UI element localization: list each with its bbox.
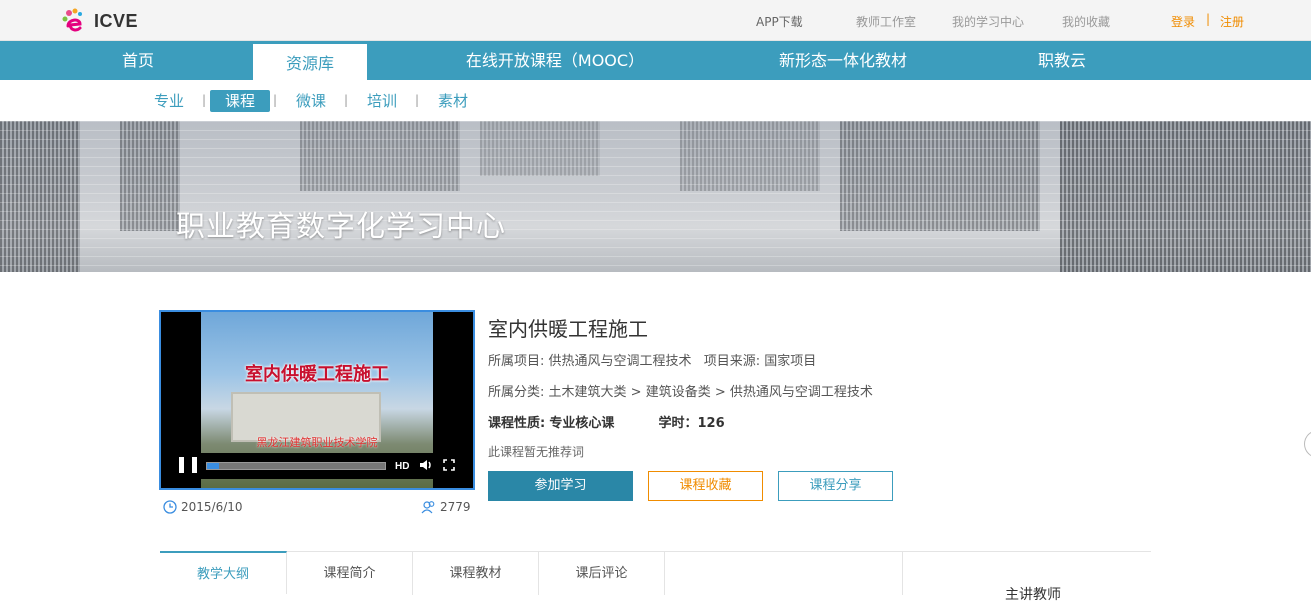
subnav-course[interactable]: 课程 (210, 90, 270, 112)
view-count-text: 2779 (440, 500, 471, 514)
view-count: 2779 (421, 500, 471, 514)
subnav-training[interactable]: 培训 (363, 90, 401, 112)
subnav-separator: | (202, 93, 207, 107)
subnav-material[interactable]: 素材 (434, 90, 472, 112)
pause-icon[interactable] (179, 457, 197, 475)
teacher-studio-link[interactable]: 教师工作室 (856, 13, 916, 30)
subnav-separator: | (273, 93, 278, 107)
hero-banner: 职业教育数字化学习中心 (0, 121, 1311, 272)
video-title-overlay: 室内供暖工程施工 (245, 364, 389, 385)
course-category-line: 所属分类: 土木建筑大类 > 建筑设备类 > 供热通风与空调工程技术 (488, 381, 873, 400)
video-progress-bar[interactable] (206, 462, 386, 470)
fullscreen-icon[interactable] (443, 458, 456, 474)
join-course-button[interactable]: 参加学习 (488, 471, 633, 501)
favorites-link[interactable]: 我的收藏 (1062, 13, 1110, 30)
users-icon (421, 501, 435, 514)
rack-shelves (0, 121, 1311, 272)
learning-center-link[interactable]: 我的学习中心 (952, 13, 1024, 30)
nav-textbook[interactable]: 新形态一体化教材 (760, 41, 926, 80)
site-logo[interactable]: ICVE (60, 6, 138, 36)
register-link[interactable]: 注册 (1220, 13, 1244, 30)
nature-value: 专业核心课 (549, 416, 615, 431)
clock-icon (163, 500, 177, 514)
tab-comments[interactable]: 课后评论 (539, 552, 665, 595)
subnav-major[interactable]: 专业 (150, 90, 188, 112)
app-download-link[interactable]: APP下载 (756, 13, 803, 30)
collect-course-button[interactable]: 课程收藏 (648, 471, 763, 501)
hd-toggle[interactable]: HD (395, 461, 409, 472)
nav-cloud[interactable]: 职教云 (1012, 41, 1112, 80)
video-subtitle-overlay: 黑龙江建筑职业技术学院 (256, 436, 378, 449)
course-recommendation: 此课程暂无推荐词 (488, 445, 585, 459)
tabs-divider (902, 552, 903, 595)
subnav-separator: | (415, 93, 420, 107)
hours-value: 126 (697, 416, 725, 431)
main-nav: 首页 资源库 在线开放课程（MOOC） 新形态一体化教材 职教云 (0, 41, 1311, 82)
publish-date: 2015/6/10 (163, 500, 243, 514)
tab-textbook[interactable]: 课程教材 (413, 552, 539, 595)
source-value: 国家项目 (764, 354, 817, 369)
video-progress-fill (207, 463, 220, 469)
subnav-micro[interactable]: 微课 (292, 90, 330, 112)
source-label: 项目来源: (703, 354, 761, 369)
category-value: 土木建筑大类 > 建筑设备类 > 供热通风与空调工程技术 (548, 385, 873, 400)
nature-label: 课程性质: (488, 416, 546, 431)
hours-label: 学时： (658, 416, 698, 431)
category-label: 所属分类: (488, 385, 545, 400)
video-controls: HD (171, 453, 466, 479)
logo-text: ICVE (94, 10, 139, 31)
video-player[interactable]: 室内供暖工程施工 黑龙江建筑职业技术学院 HD (159, 310, 475, 490)
subnav-separator: | (344, 93, 349, 107)
nav-resources[interactable]: 资源库 (253, 44, 367, 82)
course-project-line: 所属项目: 供热通风与空调工程技术 项目来源: 国家项目 (488, 350, 816, 369)
tab-intro[interactable]: 课程简介 (287, 552, 413, 595)
sub-nav: 专业 | 课程 | 微课 | 培训 | 素材 (0, 80, 1311, 121)
course-tabs: 教学大纲 课程简介 课程教材 课后评论 (160, 551, 1151, 595)
login-register-separator: | (1206, 12, 1211, 26)
nav-mooc[interactable]: 在线开放课程（MOOC） (440, 41, 670, 80)
teacher-section-title: 主讲教师 (1005, 587, 1061, 603)
nav-home[interactable]: 首页 (88, 41, 188, 80)
side-panel-handle[interactable] (1304, 430, 1311, 458)
course-nature-line: 课程性质: 专业核心课 学时：126 (488, 412, 725, 431)
project-label: 所属项目: (488, 354, 545, 369)
project-value: 供热通风与空调工程技术 (548, 354, 692, 369)
banner-title: 职业教育数字化学习中心 (176, 209, 507, 243)
login-link[interactable]: 登录 (1171, 13, 1195, 30)
logo-e-icon (62, 8, 82, 32)
share-course-button[interactable]: 课程分享 (778, 471, 893, 501)
publish-date-text: 2015/6/10 (181, 500, 243, 514)
course-title: 室内供暖工程施工 (488, 317, 648, 341)
top-bar: ICVE APP下载 教师工作室 我的学习中心 我的收藏 登录 | 注册 (0, 0, 1311, 41)
tab-syllabus[interactable]: 教学大纲 (160, 551, 287, 594)
volume-icon[interactable] (419, 459, 433, 474)
